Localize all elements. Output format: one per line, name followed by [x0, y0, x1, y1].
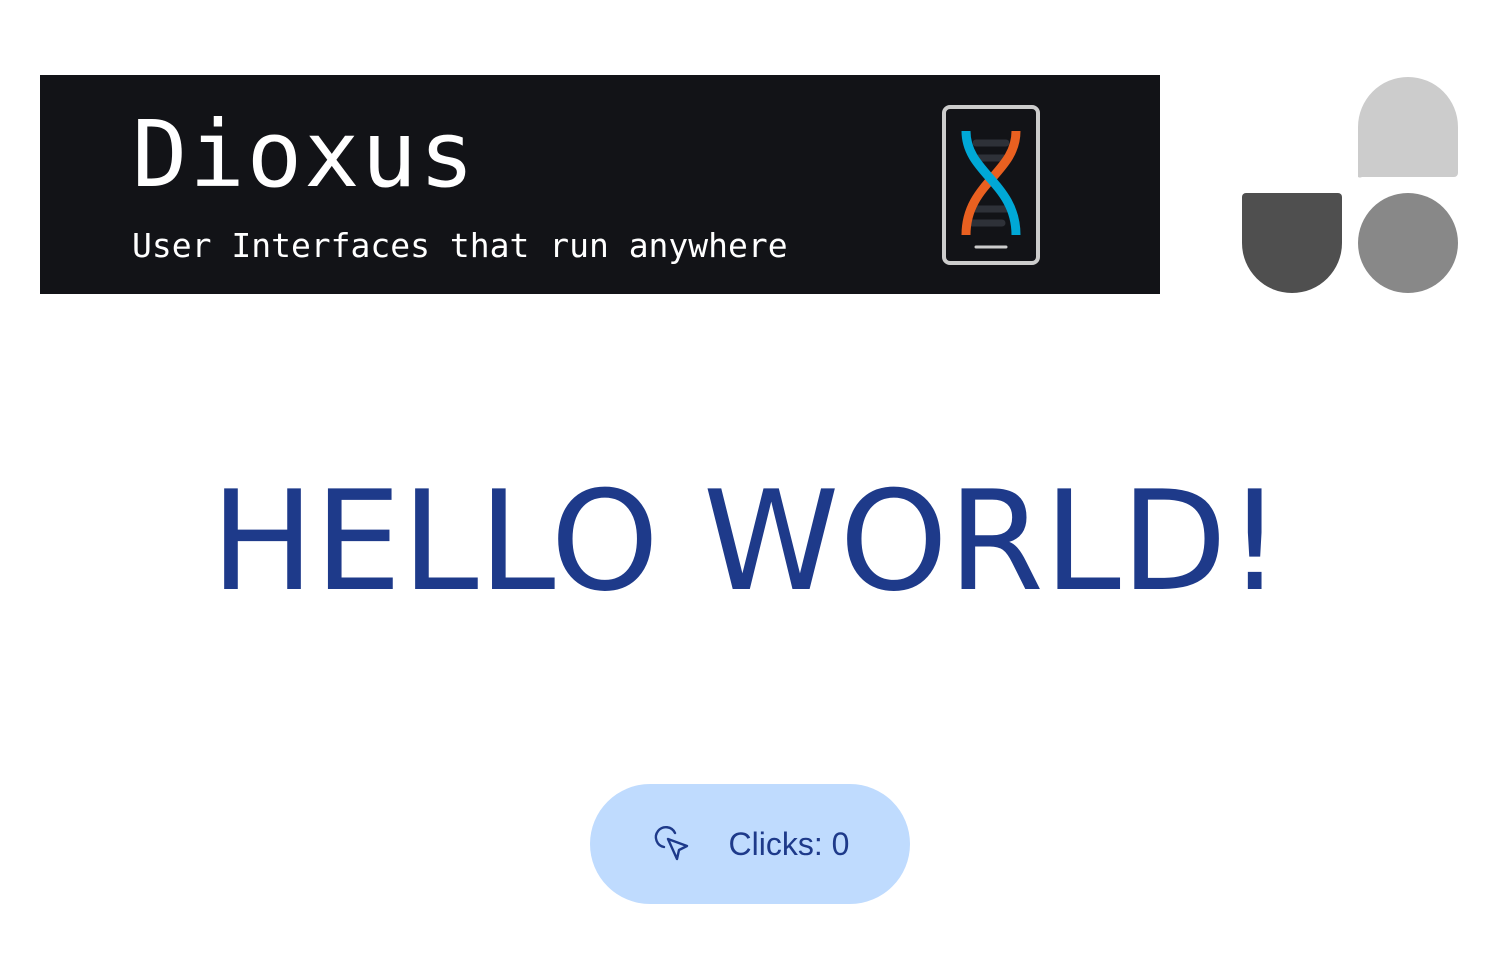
three-shapes-logo	[1242, 77, 1458, 293]
pointer-click-icon	[654, 826, 688, 861]
dna-phone-icon	[942, 105, 1040, 265]
header-banner: Dioxus User Interfaces that run anywhere	[40, 75, 1160, 294]
banner-title: Dioxus	[132, 101, 477, 208]
hello-heading: HELLO WORLD!	[210, 461, 1283, 622]
banner-subtitle: User Interfaces that run anywhere	[132, 226, 788, 265]
click-count-label: Clicks: 0	[728, 825, 850, 862]
page: Dioxus User Interfaces that run anywhere…	[0, 0, 1493, 976]
click-counter-button[interactable]: Clicks: 0	[590, 784, 910, 904]
